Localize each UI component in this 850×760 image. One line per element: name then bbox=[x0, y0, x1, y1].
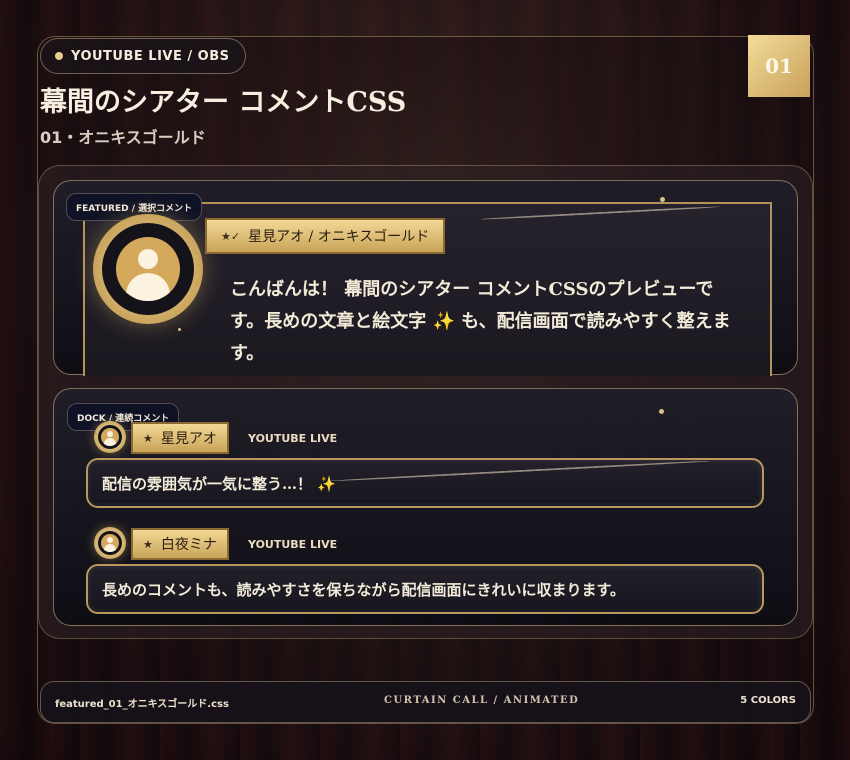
featured-avatar bbox=[93, 214, 203, 324]
star-check-icon: ★✓ bbox=[221, 229, 241, 243]
comment-bubble: 長めのコメントも、読みやすさを保ちながら配信画面にきれいに収まります。 bbox=[86, 564, 764, 614]
sparkle-icon bbox=[659, 409, 664, 414]
comment-name-plate: ★ 白夜ミナ bbox=[131, 528, 229, 560]
sparkle-icon bbox=[660, 197, 665, 202]
color-count: 5 COLORS bbox=[740, 695, 796, 706]
comment-message: 配信の雰囲気が一気に整う…！ ✨ bbox=[102, 474, 336, 493]
featured-message: こんばんは！ 幕間のシアター コメントCSSのプレビューです。長めの文章と絵文字… bbox=[230, 279, 731, 364]
animation-label: CURTAIN CALL / ANIMATED bbox=[384, 695, 580, 706]
comment-platform: YOUTUBE LIVE bbox=[248, 538, 338, 551]
comment-avatar bbox=[94, 527, 126, 559]
comment-name-plate: ★ 星見アオ bbox=[131, 422, 229, 454]
user-avatar-icon bbox=[101, 428, 119, 446]
platform-badge: YOUTUBE LIVE / OBS bbox=[40, 38, 247, 74]
page-title: 幕間のシアター コメントCSS bbox=[40, 87, 407, 118]
platform-badge-label: YOUTUBE LIVE / OBS bbox=[71, 48, 230, 64]
comment-avatar bbox=[94, 421, 126, 453]
featured-author-name: 星見アオ / オニキスゴールド bbox=[248, 229, 430, 245]
star-icon: ★ bbox=[143, 537, 153, 551]
comment-author-name: 星見アオ bbox=[160, 431, 217, 447]
sparkle-icon bbox=[178, 328, 181, 331]
status-dot-icon bbox=[55, 52, 63, 60]
user-avatar-icon bbox=[116, 237, 180, 301]
star-icon: ★ bbox=[143, 431, 153, 445]
comment-bubble: 配信の雰囲気が一気に整う…！ ✨ bbox=[86, 458, 764, 508]
css-filename: featured_01_オニキスゴールド.css bbox=[55, 699, 229, 710]
page-subtitle: 01・オニキスゴールド bbox=[40, 128, 206, 147]
theme-number-tile: 01 bbox=[748, 35, 810, 97]
featured-name-plate: ★✓ 星見アオ / オニキスゴールド bbox=[205, 218, 446, 254]
comment-author-name: 白夜ミナ bbox=[160, 537, 217, 553]
comment-message: 長めのコメントも、読みやすさを保ちながら配信画面にきれいに収まります。 bbox=[102, 580, 626, 599]
user-avatar-icon bbox=[101, 534, 119, 552]
footer-bar: featured_01_オニキスゴールド.css CURTAIN CALL / … bbox=[40, 681, 811, 723]
comment-platform: YOUTUBE LIVE bbox=[248, 432, 338, 445]
